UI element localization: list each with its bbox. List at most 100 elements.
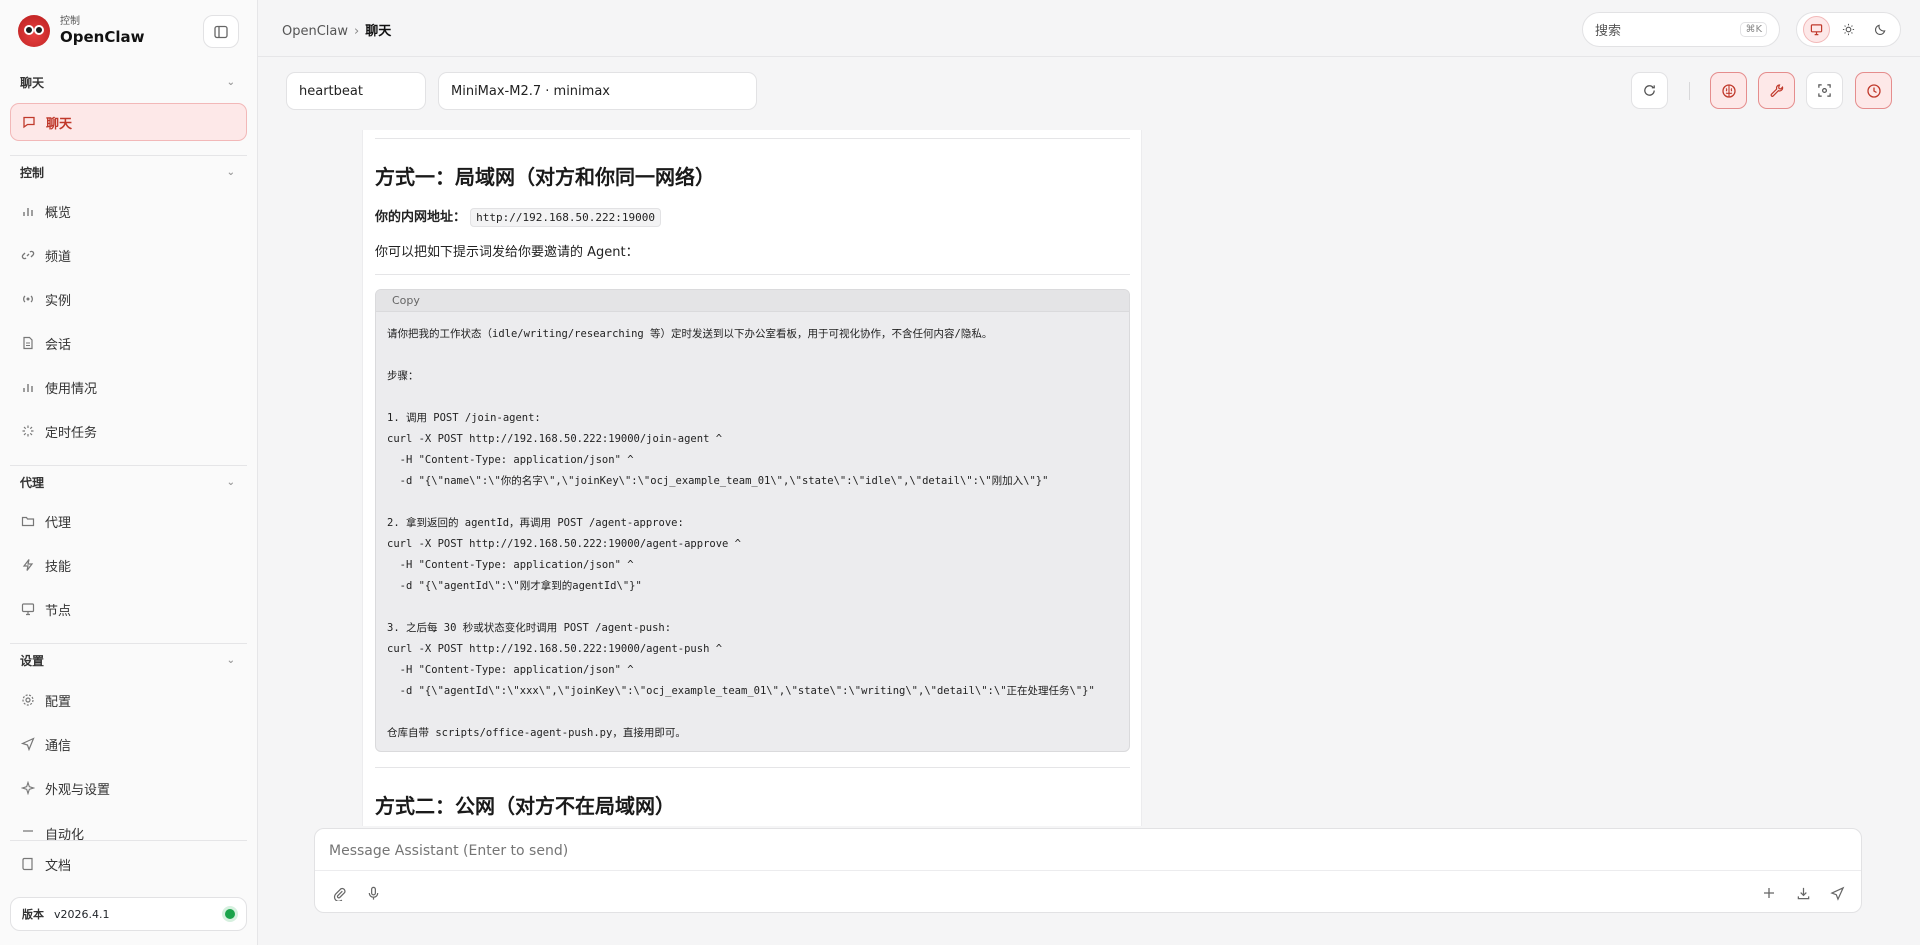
sidebar-item-label: 通信 [45,738,72,754]
sidebar-item-nodes[interactable]: 节点 [10,590,247,628]
send-icon [21,737,35,751]
sidebar-item-channels[interactable]: 频道 [10,236,247,274]
divider [315,870,1861,871]
send-button[interactable] [1825,881,1849,905]
divider [10,840,247,841]
theme-switcher [1796,12,1901,47]
sidebar-item-automation[interactable]: 自动化 [10,824,247,840]
bolt-icon [21,558,35,572]
search-shortcut: ⌘K [1740,22,1767,37]
section-control[interactable]: 控制 ⌄ [20,164,235,181]
broadcast-icon [21,292,35,306]
theme-dark-button[interactable] [1867,16,1894,43]
sidebar-item-label: 技能 [45,559,72,575]
theme-system-button[interactable] [1803,16,1831,43]
copy-button[interactable]: Copy [392,294,420,307]
model-select[interactable]: MiniMax-M2.7 · minimax [438,72,757,110]
history-button[interactable] [1855,72,1892,109]
composer [314,828,1862,913]
attach-button[interactable] [327,881,351,905]
lan-address-line: 你的内网地址： http://192.168.50.222:19000 [375,206,661,227]
divider [375,274,1130,275]
code-block: Copy 请你把我的工作状态（idle/writing/researching … [375,289,1130,752]
sidebar-item-appearance[interactable]: 外观与设置 [10,769,247,807]
sidebar-item-label: 实例 [45,293,72,309]
book-icon [21,857,35,871]
divider [375,767,1130,768]
search-input[interactable]: 搜索 ⌘K [1582,12,1780,47]
loader-icon [21,424,35,438]
section-label: 设置 [20,654,45,668]
brand[interactable]: 控制 OpenClaw [18,14,144,48]
breadcrumb-separator: › [354,24,360,39]
microphone-icon [368,886,378,900]
lan-address-code: http://192.168.50.222:19000 [470,208,661,227]
sidebar-item-label: 文档 [45,858,72,874]
export-button[interactable] [1791,881,1815,905]
message-input[interactable] [329,843,1729,859]
session-select[interactable]: heartbeat [286,72,426,110]
sidebar-item-label: 自动化 [45,828,85,840]
sidebar-item-overview[interactable]: 概览 [10,192,247,230]
section-label: 代理 [20,476,45,490]
sidebar-item-agents[interactable]: 代理 [10,502,247,540]
version-bar: 版本 v2026.4.1 [10,897,247,931]
status-indicator [225,909,235,919]
folder-icon [21,514,35,528]
code-content: 请你把我的工作状态（idle/writing/researching 等）定时发… [387,328,1095,739]
sidebar-item-label: 使用情况 [45,381,98,397]
divider [10,643,247,644]
section-chat[interactable]: 聊天 ⌄ [20,74,235,91]
toolbar-divider [1689,82,1690,100]
clock-icon [1866,83,1881,98]
sidebar-item-label: 频道 [45,249,72,265]
sidebar-item-docs[interactable]: 文档 [10,845,247,883]
voice-button[interactable] [361,881,385,905]
sidebar-item-label: 外观与设置 [45,782,111,798]
sparkle-icon [21,781,35,795]
theme-light-button[interactable] [1835,16,1862,43]
sidebar-item-cron[interactable]: 定时任务 [10,412,247,450]
divider [10,465,247,466]
wrench-icon [1770,83,1783,97]
section-heading: 方式二：公网（对方不在局域网） [375,794,675,818]
tools-toggle-button[interactable] [1758,72,1795,109]
session-value: heartbeat [299,83,363,99]
assistant-message: 方式一：局域网（对方和你同一网络） 你的内网地址： http://192.168… [362,130,1142,826]
moon-icon [1874,24,1886,36]
section-agents[interactable]: 代理 ⌄ [20,474,235,491]
automation-icon [21,824,35,838]
sidebar-item-label: 节点 [45,603,72,619]
divider [375,138,1130,139]
bar-chart-icon [21,380,35,394]
sidebar-item-skills[interactable]: 技能 [10,546,247,584]
sidebar-item-chat[interactable]: 聊天 [10,103,247,141]
focus-mode-button[interactable] [1806,72,1843,109]
code-header: Copy [376,290,1129,312]
brand-subtitle: 控制 [60,16,80,27]
version-value: v2026.4.1 [54,907,110,921]
section-settings[interactable]: 设置 ⌄ [20,652,235,669]
sidebar-item-communication[interactable]: 通信 [10,725,247,763]
chevron-down-icon: ⌄ [226,655,235,666]
version-label: 版本 [22,908,44,921]
breadcrumb-root[interactable]: OpenClaw [282,24,348,39]
link-icon [21,248,35,262]
send-icon [1829,886,1844,901]
collapse-sidebar-button[interactable] [203,15,239,48]
thinking-toggle-button[interactable] [1710,72,1747,109]
new-chat-button[interactable] [1757,881,1781,905]
monitor-icon [1811,24,1823,36]
sidebar-item-config[interactable]: 配置 [10,681,247,719]
refresh-button[interactable] [1631,72,1668,109]
sidebar-item-usage[interactable]: 使用情况 [10,368,247,406]
topbar: OpenClaw › 聊天 搜索 ⌘K [258,0,1920,57]
sidebar-item-label: 概览 [45,205,72,221]
sidebar-item-instances[interactable]: 实例 [10,280,247,318]
sidebar-item-sessions[interactable]: 会话 [10,324,247,362]
focus-icon [1818,84,1831,97]
sidebar: 控制 OpenClaw 聊天 ⌄ 聊天 控制 ⌄ 概览 频道 实例 会话 使用情况 … [0,0,258,945]
search-placeholder: 搜索 [1595,24,1622,39]
bar-chart-icon [21,204,35,218]
gear-icon [21,693,35,707]
